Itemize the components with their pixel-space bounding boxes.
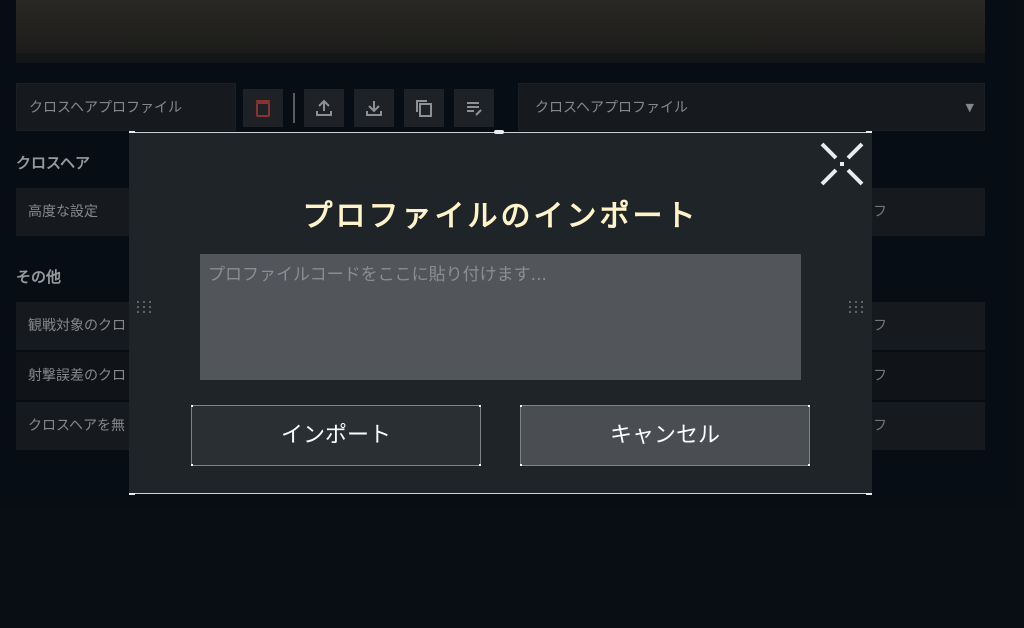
cancel-button-label: キャンセル [609, 423, 720, 448]
close-button[interactable] [820, 142, 864, 186]
import-button-label: インポート [280, 423, 391, 448]
drag-grip-left [137, 301, 152, 313]
dialog-title: プロファイルのインポート [302, 199, 699, 234]
close-icon [820, 142, 864, 186]
profile-code-input[interactable] [200, 254, 801, 380]
import-button[interactable]: インポート [191, 405, 481, 466]
corner-marker [129, 493, 135, 495]
corner-marker [129, 131, 135, 133]
corner-marker [866, 131, 872, 133]
cancel-button[interactable]: キャンセル [520, 405, 810, 466]
dialog-top-marker [494, 130, 504, 134]
corner-marker [866, 493, 872, 495]
drag-grip-right [849, 301, 864, 313]
import-profile-dialog: プロファイルのインポート インポート キャンセル [129, 130, 872, 495]
